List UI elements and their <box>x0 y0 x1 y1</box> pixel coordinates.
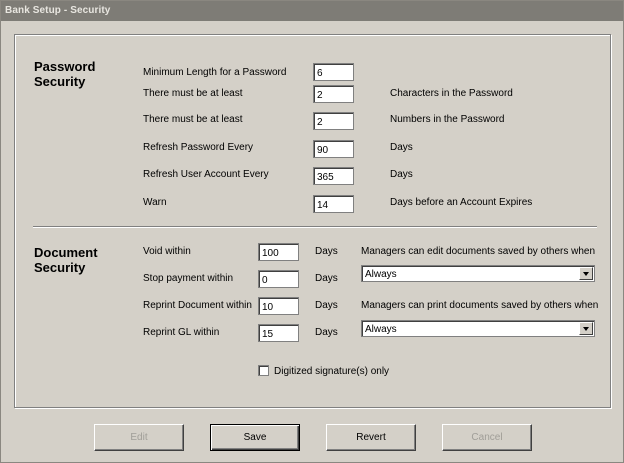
digitized-signature-label: Digitized signature(s) only <box>274 366 390 377</box>
print-permission-note: Managers can print documents saved by ot… <box>361 300 599 311</box>
warn-label: Warn <box>143 197 167 208</box>
refresh-account-input[interactable]: 365 <box>313 167 354 185</box>
password-security-heading: Password Security <box>34 59 96 89</box>
min-characters-label: There must be at least <box>143 88 243 99</box>
min-numbers-label: There must be at least <box>143 114 243 125</box>
edit-button[interactable]: Edit <box>94 424 184 451</box>
section-divider <box>33 226 597 228</box>
void-within-input[interactable]: 100 <box>258 243 299 261</box>
stop-payment-input[interactable]: 0 <box>258 270 299 288</box>
save-button[interactable]: Save <box>210 424 300 451</box>
document-security-heading: Document Security <box>34 245 98 275</box>
min-numbers-input[interactable]: 2 <box>313 112 354 130</box>
refresh-account-label: Refresh User Account Every <box>143 169 269 180</box>
refresh-account-days: Days <box>390 169 413 180</box>
reprint-gl-input[interactable]: 15 <box>258 324 299 342</box>
void-within-days: Days <box>315 246 338 257</box>
warn-suffix: Days before an Account Expires <box>390 197 533 208</box>
characters-suffix: Characters in the Password <box>390 88 513 99</box>
print-permission-value: Always <box>365 324 397 335</box>
stop-payment-label: Stop payment within <box>143 273 234 284</box>
min-characters-input[interactable]: 2 <box>313 85 354 103</box>
reprint-document-days: Days <box>315 300 338 311</box>
reprint-document-input[interactable]: 10 <box>258 297 299 315</box>
stop-payment-days: Days <box>315 273 338 284</box>
min-length-label: Minimum Length for a Password <box>143 67 287 78</box>
numbers-suffix: Numbers in the Password <box>390 114 505 125</box>
digitized-signature-checkbox[interactable] <box>258 365 269 376</box>
chevron-down-icon <box>583 327 589 331</box>
void-within-label: Void within <box>143 246 191 257</box>
revert-button[interactable]: Revert <box>326 424 416 451</box>
edit-permission-value: Always <box>365 269 397 280</box>
reprint-document-label: Reprint Document within <box>143 300 252 311</box>
print-permission-select[interactable]: Always <box>361 320 595 337</box>
window-title: Bank Setup - Security <box>5 5 111 16</box>
refresh-password-days: Days <box>390 142 413 153</box>
cancel-button[interactable]: Cancel <box>442 424 532 451</box>
chevron-down-icon <box>583 272 589 276</box>
print-dropdown-button[interactable] <box>579 322 593 335</box>
edit-permission-note: Managers can edit documents saved by oth… <box>361 246 596 257</box>
title-bar: Bank Setup - Security <box>1 1 623 21</box>
edit-dropdown-button[interactable] <box>579 267 593 280</box>
bank-setup-security-window: Bank Setup - Security Password Security … <box>0 0 624 463</box>
reprint-gl-days: Days <box>315 327 338 338</box>
min-length-input[interactable]: 6 <box>313 63 354 81</box>
warn-input[interactable]: 14 <box>313 195 354 213</box>
refresh-password-input[interactable]: 90 <box>313 140 354 158</box>
reprint-gl-label: Reprint GL within <box>143 327 220 338</box>
refresh-password-label: Refresh Password Every <box>143 142 254 153</box>
edit-permission-select[interactable]: Always <box>361 265 595 282</box>
